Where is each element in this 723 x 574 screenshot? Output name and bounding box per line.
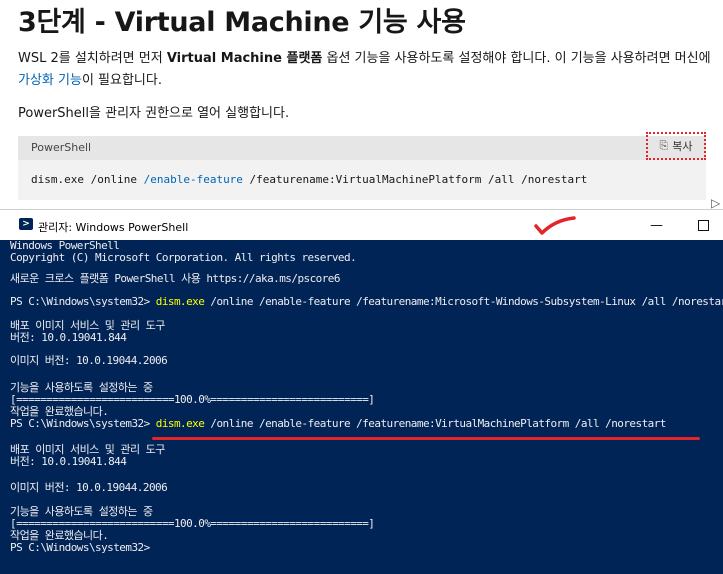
intro-paragraph: WSL 2를 설치하려면 먼저 Virtual Machine 플랫폼 옵션 기… <box>18 48 718 92</box>
code-block-header: PowerShell ⎘ 복사 <box>18 132 706 160</box>
para-bold-vm-platform: Virtual Machine 플랫폼 <box>166 51 323 66</box>
console-line: PS C:\Windows\system32> dism.exe /online… <box>10 418 666 430</box>
console-command: dism.exe <box>155 295 205 308</box>
code-command: dism.exe /online /enable-feature /featur… <box>31 173 587 186</box>
code-language-label: PowerShell <box>31 141 92 154</box>
copy-icon: ⎘ <box>659 139 669 152</box>
powershell-icon: > <box>19 218 33 230</box>
para-text-3: 이 필요합니다. <box>81 73 162 88</box>
annotation-checkmark-icon <box>534 216 576 235</box>
minimize-button[interactable]: — <box>650 218 663 233</box>
console-prompt: PS C:\Windows\system32> <box>10 295 156 308</box>
console-line: 버전: 10.0.19041.844 <box>10 331 127 344</box>
window-titlebar[interactable]: > 관리자: Windows PowerShell — <box>0 210 723 240</box>
scroll-arrow-icon: ▷ <box>711 196 721 210</box>
page-title: 3단계 - Virtual Machine 기능 사용 <box>18 7 466 38</box>
virtualization-link[interactable]: 가상화 기능 <box>18 73 82 88</box>
console-line: PS C:\Windows\system32> <box>10 541 150 554</box>
annotation-underline <box>152 437 700 440</box>
para-text-2: 옵션 기능을 사용하도록 설정해야 합니다. 이 기능을 사용하려면 머신에 <box>322 51 711 66</box>
console-line: Copyright (C) Microsoft Corporation. All… <box>10 251 357 264</box>
maximize-button[interactable] <box>698 220 709 231</box>
console-line: PS C:\Windows\system32> dism.exe /online… <box>10 296 723 308</box>
copy-label: 복사 <box>672 140 693 153</box>
code-block: PowerShell ⎘ 복사 dism.exe /online /enable… <box>18 132 706 200</box>
console-prompt: PS C:\Windows\system32> <box>10 417 156 430</box>
instruction-paragraph: PowerShell을 관리자 권한으로 열어 실행합니다. <box>18 106 290 121</box>
documentation-section: 3단계 - Virtual Machine 기능 사용 WSL 2를 설치하려면… <box>0 0 723 210</box>
console-line: 새로운 크로스 플랫폼 PowerShell 사용 https://aka.ms… <box>10 272 341 285</box>
console-command: dism.exe <box>155 417 205 430</box>
code-param: /enable-feature <box>143 173 243 186</box>
code-cmd-text: dism.exe /online <box>31 173 144 186</box>
console-output[interactable]: Windows PowerShell Copyright (C) Microsof… <box>0 240 723 574</box>
window-title: 관리자: Windows PowerShell <box>38 221 189 234</box>
console-line: 버전: 10.0.19041.844 <box>10 455 127 468</box>
code-cmd-rest: /featurename:VirtualMachinePlatform /all… <box>242 173 588 186</box>
console-args: /online /enable-feature /featurename:Vir… <box>204 417 666 430</box>
para-text-1: WSL 2를 설치하려면 먼저 <box>18 51 167 66</box>
console-line: 이미지 버전: 10.0.19044.2006 <box>10 354 168 367</box>
copy-button[interactable]: ⎘ 복사 <box>646 132 706 160</box>
console-args: /online /enable-feature /featurename:Mic… <box>204 295 723 308</box>
powershell-window: > 관리자: Windows PowerShell — Windows Powe… <box>0 209 723 574</box>
console-line: 이미지 버전: 10.0.19044.2006 <box>10 481 168 494</box>
